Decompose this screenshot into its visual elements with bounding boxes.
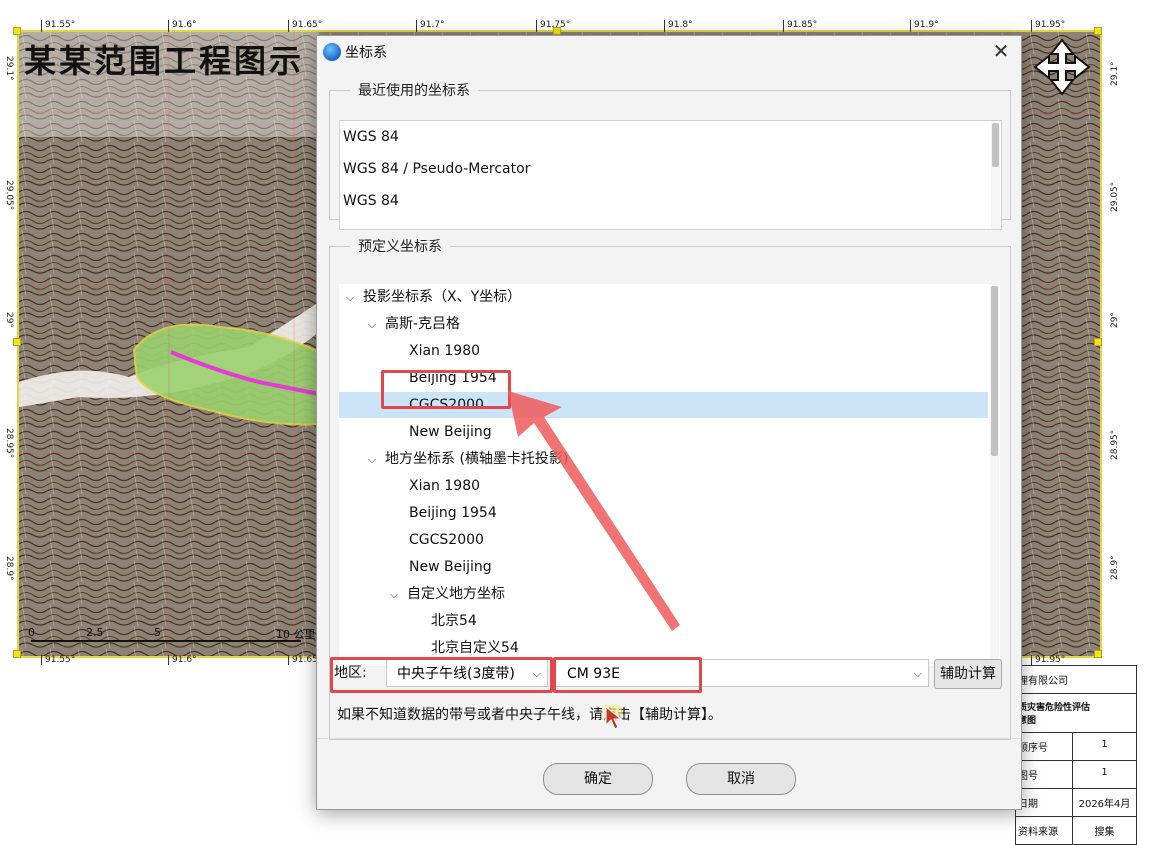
lat-tick: 29.1°	[1110, 61, 1120, 86]
tree-node-label: 北京自定义54	[431, 640, 519, 656]
lat-tick: 29.1°	[4, 56, 14, 81]
lon-tick: 91.85°	[782, 20, 818, 32]
lon-tick: 91.9°	[910, 20, 939, 32]
lat-tick: 28.95°	[1110, 429, 1120, 460]
chevron-down-icon: ⌵	[913, 667, 922, 680]
dialog-title: 坐标系	[345, 45, 387, 61]
hint-text: 如果不知道数据的带号或者中央子午线，请点击【辅助计算】。	[337, 707, 722, 723]
chevron-down-icon[interactable]: ⌵	[365, 447, 379, 473]
map-subtitle: 质灾害危险性评估 意图	[1018, 703, 1091, 726]
tree-node-label: Xian 1980	[409, 343, 481, 359]
chevron-down-icon[interactable]: ⌵	[343, 285, 357, 311]
lat-tick: 29.05°	[4, 180, 14, 211]
tree-node-label: New Beijing	[409, 559, 492, 575]
assist-calc-button[interactable]: 辅助计算	[934, 659, 1002, 689]
scale-label: 2.5	[86, 626, 104, 639]
tree-node-projected[interactable]: ⌵ 投影坐标系（X、Y坐标）	[339, 284, 988, 310]
lon-tick: 91.55°	[40, 20, 76, 32]
lat-tick: 28.95°	[4, 428, 14, 459]
recent-crs-group: 最近使用的坐标系 WGS 84 WGS 84 / Pseudo-Mercator…	[329, 80, 1011, 230]
chevron-down-icon[interactable]: ⌵	[387, 582, 401, 608]
resize-handle[interactable]	[1094, 650, 1102, 658]
recent-crs-item[interactable]: WGS 84	[340, 185, 1001, 217]
tree-node-label: Beijing 1954	[409, 505, 497, 521]
tree-node-label: Xian 1980	[409, 478, 481, 494]
lon-tick: 91.65°	[287, 20, 323, 32]
tb-value: 2026年4月	[1078, 799, 1131, 810]
lon-tick: 91.95°	[1030, 20, 1066, 32]
close-icon: ✕	[992, 39, 1010, 63]
app-logo-icon	[323, 43, 341, 61]
cancel-button[interactable]: 取消	[686, 763, 796, 795]
pan-arrows-icon[interactable]	[1033, 38, 1091, 96]
tb-value: 1	[1101, 739, 1108, 750]
resize-handle[interactable]	[13, 27, 21, 35]
tb-value: 1	[1101, 767, 1108, 778]
highlight-box	[330, 657, 553, 693]
map-title: 某某范围工程图示	[24, 42, 305, 80]
lat-tick: 28.9°	[4, 556, 14, 581]
recent-crs-item[interactable]: WGS 84 / Pseudo-Mercator	[340, 153, 1001, 185]
tree-scrollbar[interactable]	[990, 284, 999, 666]
recent-scrollbar[interactable]	[991, 121, 1000, 229]
highlight-box	[553, 657, 702, 693]
chevron-down-icon[interactable]: ⌵	[365, 312, 379, 338]
close-button[interactable]: ✕	[989, 40, 1013, 64]
lon-tick: 91.55°	[40, 655, 76, 665]
tree-node-label: 高斯-克吕格	[385, 316, 461, 332]
tb-key: 顺序号	[1016, 733, 1073, 760]
resize-handle[interactable]	[1094, 27, 1102, 35]
title-block: 理有限公司 质灾害危险性评估 意图 顺序号 1 图号 1 日期 2026年4月 资料来…	[1015, 665, 1137, 845]
highlight-box	[381, 370, 511, 409]
resize-handle[interactable]	[13, 338, 21, 346]
recent-crs-list: WGS 84 WGS 84 / Pseudo-Mercator WGS 84	[339, 120, 1002, 230]
tb-key: 图号	[1016, 761, 1073, 788]
scale-label: 5	[154, 626, 161, 639]
resize-handle[interactable]	[13, 650, 21, 658]
lon-tick: 91.8°	[664, 20, 693, 32]
tree-node-label: 投影坐标系（X、Y坐标）	[363, 289, 522, 305]
ok-button[interactable]: 确定	[543, 763, 653, 795]
lat-tick: 29°	[4, 312, 14, 328]
predefined-crs-legend: 预定义坐标系	[358, 239, 442, 255]
lat-tick: 29°	[1110, 312, 1120, 328]
tree-node-label: 自定义地方坐标	[407, 586, 505, 602]
lon-tick: 91.7°	[416, 20, 445, 32]
company-name: 理有限公司	[1018, 676, 1068, 687]
resize-handle[interactable]	[553, 27, 561, 35]
resize-handle[interactable]	[1094, 338, 1102, 346]
tb-key: 日期	[1016, 789, 1073, 816]
annotation-arrow-icon	[508, 391, 680, 631]
tree-node-gauss-kruger[interactable]: ⌵ 高斯-克吕格	[339, 311, 988, 337]
tree-node-label: CGCS2000	[409, 532, 484, 548]
lon-tick: 91.95°	[1030, 655, 1066, 665]
recent-crs-legend: 最近使用的坐标系	[358, 83, 470, 99]
scale-label: 0	[28, 626, 35, 639]
tree-node-xian1980[interactable]: Xian 1980	[339, 338, 988, 364]
recent-crs-item[interactable]: WGS 84	[340, 121, 1001, 153]
footer-divider	[317, 738, 1021, 739]
lon-tick: 91.6°	[168, 20, 197, 32]
tree-node-label: New Beijing	[409, 424, 492, 440]
tree-node-label: 北京54	[431, 613, 477, 629]
lon-tick: 91.6°	[168, 655, 197, 665]
dialog-titlebar[interactable]: 坐标系	[317, 36, 1021, 68]
cursor-icon	[604, 705, 623, 730]
lat-tick: 28.9°	[1110, 555, 1120, 580]
lat-tick: 29.05°	[1110, 181, 1120, 212]
